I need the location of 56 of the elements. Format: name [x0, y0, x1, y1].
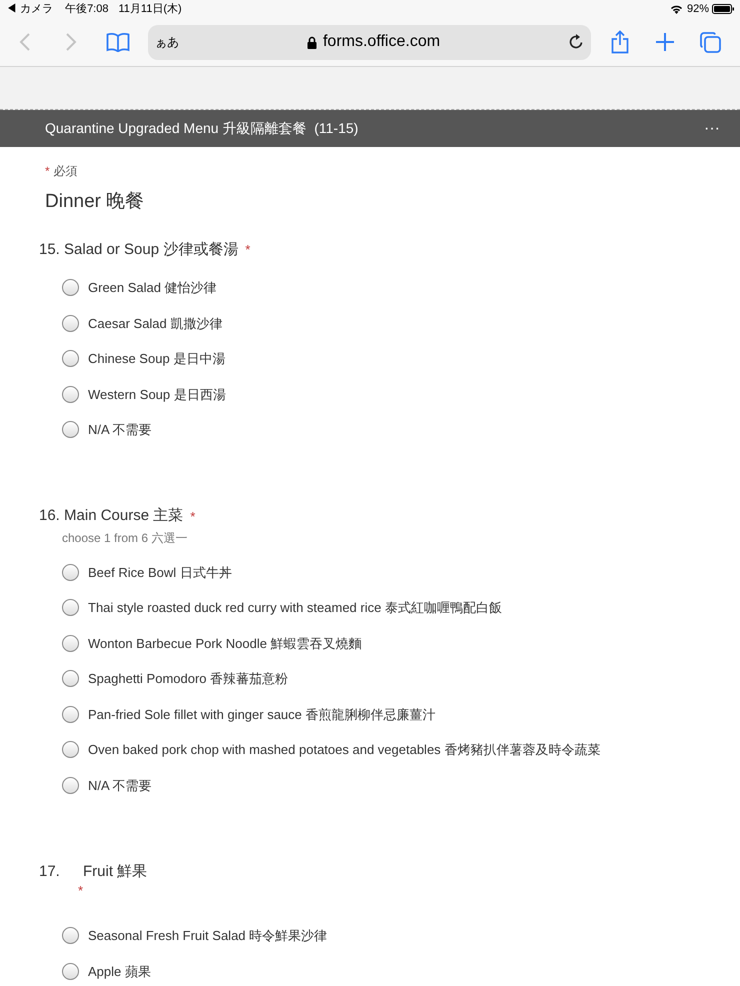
required-mark: * [190, 508, 196, 524]
radio-button[interactable] [62, 350, 79, 368]
radio-button[interactable] [62, 314, 79, 332]
radio-button[interactable] [62, 279, 79, 296]
lock-icon [306, 36, 317, 48]
option-label: Seasonal Fresh Fruit Salad 時令鮮果沙律 [88, 927, 328, 945]
option-label: Beef Rice Bowl 日式牛丼 [88, 564, 232, 582]
radio-button[interactable] [62, 776, 79, 794]
option-label: Apple 蘋果 [88, 962, 151, 981]
radio-button[interactable] [62, 670, 79, 688]
form-title: Quarantine Upgraded Menu 升級隔離套餐 (11-15) [45, 119, 358, 138]
battery-icon [712, 4, 734, 14]
question-number: 17. [39, 862, 61, 882]
required-mark: * [245, 242, 250, 257]
section-title: Dinner 晚餐 [44, 190, 146, 214]
radio-button[interactable] [62, 962, 79, 980]
status-date: 11月11日(木) [118, 2, 182, 17]
tabs-icon[interactable] [700, 32, 721, 52]
radio-button[interactable] [62, 634, 79, 652]
status-time: 午後7:08 [65, 2, 108, 17]
option-label: Wonton Barbecue Pork Noodle 鮮蝦雲吞叉燒麵 [88, 634, 362, 652]
option-label: N/A 不需要 [88, 421, 152, 439]
question-subtitle: choose 1 from 6 六選一 [61, 530, 188, 546]
radio-button[interactable] [62, 599, 79, 616]
required-note: 必須 [54, 163, 78, 180]
option-label: N/A 不需要 [88, 776, 152, 794]
radio-button[interactable] [62, 386, 79, 403]
url-text: forms.office.com [322, 32, 440, 52]
address-bar[interactable]: ぁあ forms.office.com [148, 24, 591, 60]
option-label: Caesar Salad 凱撒沙律 [88, 314, 222, 332]
option-label: Spaghetti Pomodoro 香辣蕃茄意粉 [88, 670, 288, 688]
question-title: Fruit 鮮果 [83, 862, 148, 882]
question-title: 16. Main Course 主菜 [39, 506, 184, 526]
bookmarks-book-icon[interactable] [106, 32, 130, 52]
option-label: Chinese Soup 是日中湯 [88, 350, 226, 368]
required-mark: * [45, 163, 50, 180]
reload-icon[interactable] [568, 34, 584, 50]
wifi-icon [670, 4, 683, 14]
option-label: Pan-fried Sole fillet with ginger sauce 香煎龍脷柳伴忌廉薑汁 [88, 706, 436, 724]
option-label: Thai style roasted duck red curry with steamed rice 泰式紅咖喱鴨配白飯 [88, 599, 502, 617]
share-icon[interactable] [611, 30, 629, 54]
radio-button[interactable] [62, 564, 79, 581]
back-to-app-link[interactable]: ◀ カメラ [6, 0, 54, 18]
radio-button[interactable] [62, 741, 79, 758]
option-label: Oven baked pork chop with mashed potatoes and vegetables 香烤豬扒伴薯蓉及時令蔬菜 [88, 741, 600, 759]
radio-button[interactable] [62, 927, 79, 944]
radio-button[interactable] [62, 706, 79, 723]
new-tab-plus-icon[interactable] [656, 33, 674, 51]
question-title: 15. Salad or Soup 沙律或餐湯 [39, 240, 238, 260]
option-label: Western Soup 是日西湯 [88, 386, 226, 404]
text-size-button[interactable]: ぁあ [155, 33, 179, 51]
required-mark: * [78, 883, 84, 898]
more-options-button[interactable]: ··· [704, 116, 720, 140]
option-label: Green Salad 健怡沙律 [88, 279, 217, 297]
radio-button[interactable] [62, 421, 79, 438]
battery-percent: 92% [686, 2, 709, 17]
